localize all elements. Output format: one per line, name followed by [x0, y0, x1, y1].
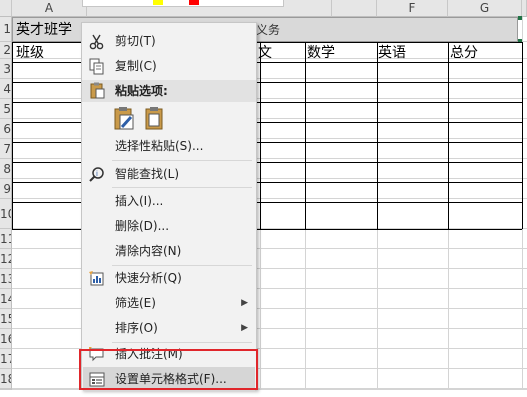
svg-text:i: i [96, 170, 98, 178]
menu-separator [112, 187, 252, 188]
paste-options-header: 粘贴选项: [82, 80, 256, 102]
column-header-f[interactable]: F [377, 0, 448, 17]
row-header-11[interactable]: 11 [0, 229, 12, 249]
menu-item-filter[interactable]: 筛选(E) ▶ [82, 291, 256, 316]
column-header-d[interactable] [332, 0, 377, 17]
row-header-3[interactable]: 3 [0, 59, 12, 79]
paste-keep-format-icon[interactable] [113, 106, 137, 132]
column-a-label: A [44, 1, 54, 15]
menu-item-copy[interactable]: 复制(C) [82, 54, 256, 79]
cell-e2[interactable]: 数学 [307, 43, 335, 63]
column-g-label: G [479, 1, 490, 15]
column-header-a[interactable]: A [12, 0, 87, 17]
cell-a2[interactable]: 班级 [16, 43, 44, 63]
spreadsheet-grid[interactable]: A F G 12345678910111213141516171819 英才班学… [0, 0, 527, 390]
quick-analysis-icon [88, 270, 106, 287]
row-header-16[interactable]: 16 [0, 329, 12, 349]
scissors-icon [88, 33, 106, 50]
select-all-corner[interactable] [0, 0, 12, 17]
cell-a1[interactable]: 英才班学 [16, 20, 72, 40]
font-color-icon[interactable] [189, 0, 199, 5]
clipboard-icon [88, 82, 106, 106]
submenu-arrow-icon: ▶ [241, 298, 248, 308]
row-header-13[interactable]: 13 [0, 269, 12, 289]
highlight-color-icon[interactable] [153, 0, 163, 5]
context-menu[interactable]: 剪切(T) 复制(C) 粘贴选项: 选择性粘贴(S)... i 智能查找(L) … [81, 22, 257, 391]
menu-item-cut[interactable]: 剪切(T) [82, 29, 256, 54]
table-border-v [305, 42, 306, 229]
paste-values-icon[interactable] [143, 106, 167, 132]
row-header-15[interactable]: 15 [0, 309, 12, 329]
row-header-10[interactable]: 10 [0, 199, 12, 229]
cell-a1-overflow-tail: 义务 [256, 23, 281, 37]
mini-toolbar[interactable] [82, 0, 284, 7]
row-header-18[interactable]: 18 [0, 369, 12, 389]
row-header-9[interactable]: 9 [0, 179, 12, 199]
column-header-h[interactable] [522, 0, 527, 17]
row-header-2[interactable]: 2 [0, 42, 12, 59]
cell-g2[interactable]: 总分 [450, 43, 478, 63]
row-header-7[interactable]: 7 [0, 139, 12, 159]
column-f-label: F [408, 1, 416, 15]
row-header-12[interactable]: 12 [0, 249, 12, 269]
column-header-g[interactable]: G [448, 0, 522, 17]
table-border-v [377, 42, 378, 229]
menu-item-paste-special[interactable]: 选择性粘贴(S)... [82, 134, 256, 159]
copy-icon [88, 58, 106, 75]
row-header-14[interactable]: 14 [0, 289, 12, 309]
cell-f2[interactable]: 英语 [378, 43, 406, 63]
table-border-v [448, 42, 449, 229]
row-header-17[interactable]: 17 [0, 349, 12, 369]
table-border-v [260, 42, 261, 229]
selection-handle-top[interactable] [518, 16, 522, 20]
row-header-4[interactable]: 4 [0, 79, 12, 99]
table-border-v [12, 42, 13, 229]
row-header-8[interactable]: 8 [0, 159, 12, 179]
menu-item-clear-contents[interactable]: 清除内容(N) [82, 239, 256, 264]
row-header-5[interactable]: 5 [0, 99, 12, 119]
row-header-6[interactable]: 6 [0, 119, 12, 139]
menu-item-sort[interactable]: 排序(O) ▶ [82, 316, 256, 341]
submenu-arrow-icon: ▶ [241, 323, 248, 333]
menu-item-insert[interactable]: 插入(I)... [82, 189, 256, 214]
smart-lookup-icon: i [88, 166, 106, 183]
annotation-highlight-box [79, 349, 258, 390]
menu-item-quick-analysis[interactable]: 快速分析(Q) [82, 266, 256, 291]
menu-separator [112, 160, 252, 161]
row-header-1[interactable]: 1 [0, 17, 12, 42]
table-border-v [522, 42, 523, 229]
menu-item-smart-lookup[interactable]: i 智能查找(L) [82, 162, 256, 187]
menu-item-delete[interactable]: 删除(D)... [82, 214, 256, 239]
